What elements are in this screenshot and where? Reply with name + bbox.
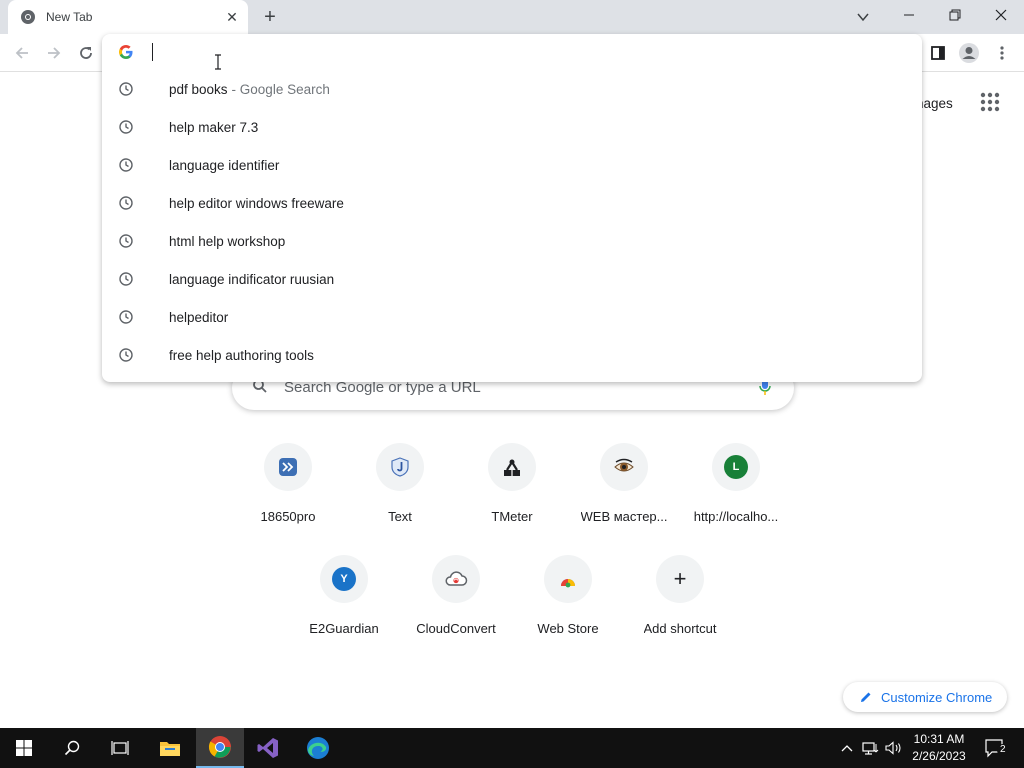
history-clock-icon xyxy=(118,157,134,173)
shortcut-label: WEB мастер... xyxy=(580,509,668,524)
text-shield-icon xyxy=(376,443,424,491)
plus-glyph: + xyxy=(673,566,687,591)
close-window-button[interactable] xyxy=(978,0,1024,30)
tab-new-tab[interactable]: New Tab ✕ xyxy=(8,0,248,34)
suggestion-text: help maker 7.3 xyxy=(169,119,259,135)
tab-title: New Tab xyxy=(46,10,93,24)
history-clock-icon xyxy=(118,195,134,211)
history-clock-icon xyxy=(118,119,134,135)
letter-y-icon: Y xyxy=(320,555,368,603)
system-clock[interactable]: 10:31 AM 2/26/2023 xyxy=(905,731,973,765)
letter-y-badge: Y xyxy=(332,567,356,591)
letter-l-icon: L xyxy=(712,443,760,491)
clock-time: 10:31 AM xyxy=(913,732,965,746)
eye-icon xyxy=(600,443,648,491)
profile-avatar-icon[interactable] xyxy=(957,41,981,65)
visual-studio-icon[interactable] xyxy=(244,728,292,768)
shortcut-tile[interactable]: Text xyxy=(344,443,456,543)
suggestion-text: language indificator ruusian xyxy=(169,271,335,287)
suggestion-text: html help workshop xyxy=(169,233,286,249)
suggestion-item[interactable]: free help authoring tools xyxy=(102,336,922,374)
suggestion-item[interactable]: pdf books - Google Search xyxy=(102,70,922,108)
suggestion-item[interactable]: language indificator ruusian xyxy=(102,260,922,298)
more-menu-icon[interactable] xyxy=(990,41,1014,65)
shortcut-tile[interactable]: L http://localho... xyxy=(680,443,792,543)
shortcut-tile[interactable]: WEB мастер... xyxy=(568,443,680,543)
shortcut-tile[interactable]: 18650pro xyxy=(232,443,344,543)
letter-l-badge: L xyxy=(724,455,748,479)
shortcut-tile[interactable]: CloudConvert xyxy=(400,555,512,655)
network-icon[interactable] xyxy=(861,728,881,768)
restore-button[interactable] xyxy=(932,0,978,30)
suggestion-item[interactable]: html help workshop xyxy=(102,222,922,260)
chrome-icon xyxy=(20,9,36,25)
tab-close-icon[interactable]: ✕ xyxy=(222,7,242,27)
shortcut-label: CloudConvert xyxy=(416,621,496,636)
cloudconvert-icon xyxy=(432,555,480,603)
address-bar-input[interactable] xyxy=(102,34,922,70)
google-apps-grid-icon[interactable] xyxy=(978,90,1002,114)
suggestion-item[interactable]: language identifier xyxy=(102,146,922,184)
history-clock-icon xyxy=(118,309,134,325)
omnibox-dropdown: pdf books - Google Search help maker 7.3… xyxy=(102,34,922,382)
customize-chrome-button[interactable]: Customize Chrome xyxy=(843,682,1007,712)
history-clock-icon xyxy=(118,233,134,249)
suggestion-item[interactable]: help maker 7.3 xyxy=(102,108,922,146)
shortcut-tile[interactable]: Web Store xyxy=(512,555,624,655)
windows-taskbar: 10:31 AM 2/26/2023 2 xyxy=(0,728,1024,768)
file-explorer-icon[interactable] xyxy=(146,728,194,768)
google-g-icon xyxy=(118,44,134,60)
tab-search-chevron-icon[interactable] xyxy=(851,5,875,29)
notifications-icon[interactable]: 2 xyxy=(980,728,1010,768)
reload-icon[interactable] xyxy=(74,41,98,65)
forward-arrow-icon[interactable] xyxy=(42,41,66,65)
suggestion-text: free help authoring tools xyxy=(169,347,314,363)
18650pro-icon xyxy=(264,443,312,491)
windows-start-icon[interactable] xyxy=(0,728,48,768)
suggestion-list: pdf books - Google Search help maker 7.3… xyxy=(102,70,922,374)
plus-icon: + xyxy=(656,555,704,603)
history-clock-icon xyxy=(118,271,134,287)
tab-strip: New Tab ✕ + xyxy=(0,0,1024,34)
edge-icon[interactable] xyxy=(294,728,342,768)
suggestion-item[interactable]: help editor windows freeware xyxy=(102,184,922,222)
new-tab-button[interactable]: + xyxy=(258,5,282,29)
history-clock-icon xyxy=(118,81,134,97)
minimize-button[interactable] xyxy=(886,0,932,30)
customize-chrome-label: Customize Chrome xyxy=(881,689,993,705)
suggestion-text: help editor windows freeware xyxy=(169,195,344,211)
clock-date: 2/26/2023 xyxy=(912,749,966,763)
shortcut-label: http://localho... xyxy=(693,509,779,524)
side-panel-icon[interactable] xyxy=(926,41,950,65)
shortcut-label: Add shortcut xyxy=(643,621,717,636)
webstore-icon xyxy=(544,555,592,603)
shortcut-label: Web Store xyxy=(537,621,599,636)
suggestion-text: pdf books xyxy=(169,81,228,97)
add-shortcut-button[interactable]: + Add shortcut xyxy=(624,555,736,655)
suggestion-source: - Google Search xyxy=(231,81,330,97)
text-caret xyxy=(152,43,153,61)
shortcut-label: 18650pro xyxy=(260,509,316,524)
notification-count-badge: 2 xyxy=(997,744,1009,756)
shortcut-tile[interactable]: Y E2Guardian xyxy=(288,555,400,655)
tmeter-icon xyxy=(488,443,536,491)
task-view-icon[interactable] xyxy=(96,728,144,768)
shortcut-label: TMeter xyxy=(491,509,533,524)
back-arrow-icon[interactable] xyxy=(10,41,34,65)
shortcut-label: E2Guardian xyxy=(309,621,379,636)
taskbar-search-icon[interactable] xyxy=(48,728,96,768)
shortcut-tile[interactable]: TMeter xyxy=(456,443,568,543)
chrome-taskbar-icon[interactable] xyxy=(196,728,244,768)
suggestion-item[interactable]: helpeditor xyxy=(102,298,922,336)
suggestion-text: helpeditor xyxy=(169,309,229,325)
tray-overflow-chevron-icon[interactable] xyxy=(838,728,856,768)
suggestion-text: language identifier xyxy=(169,157,280,173)
shortcut-label: Text xyxy=(388,509,412,524)
pencil-icon xyxy=(859,690,873,704)
volume-icon[interactable] xyxy=(884,728,904,768)
history-clock-icon xyxy=(118,347,134,363)
